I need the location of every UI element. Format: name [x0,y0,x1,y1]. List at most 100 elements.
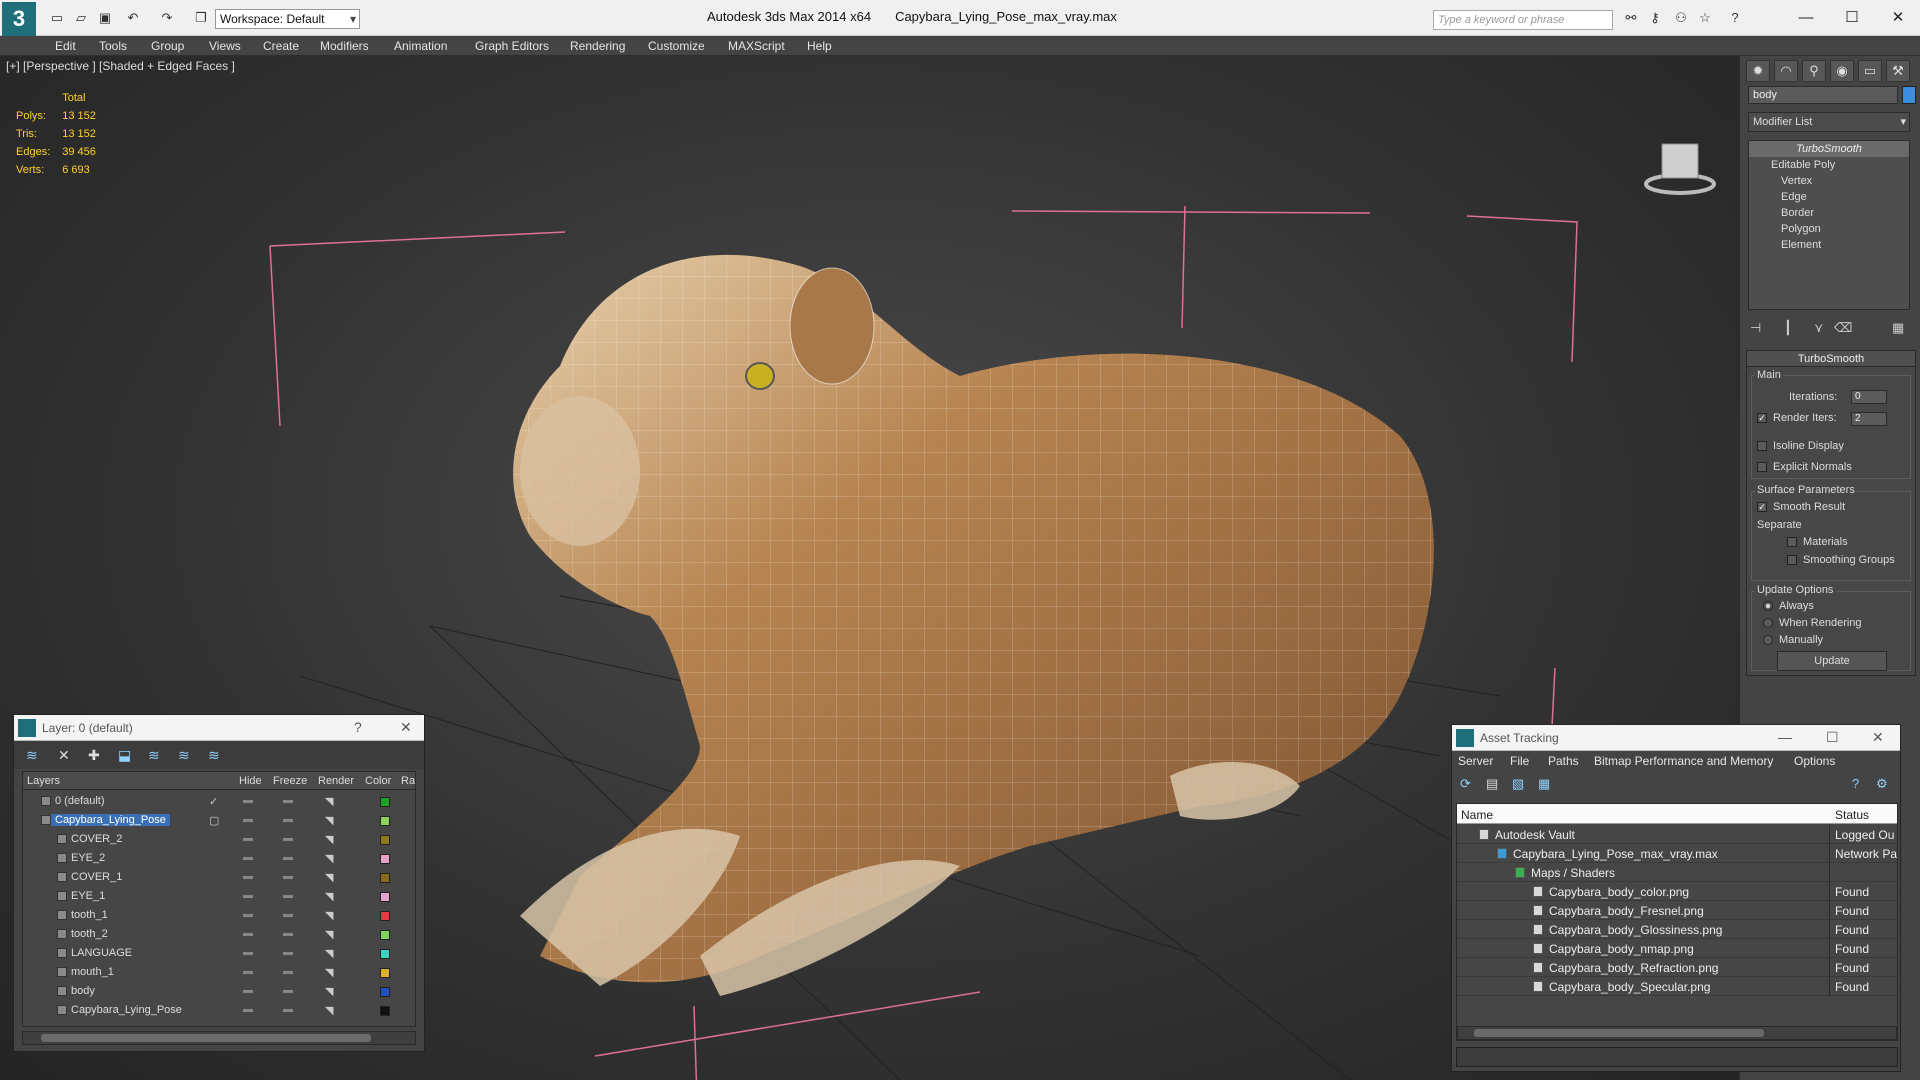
stack-item-vertex[interactable]: Vertex [1749,173,1909,189]
help-icon[interactable]: ? [1852,776,1859,791]
active-layer-check-icon[interactable]: ✓ [209,795,218,808]
asset-row[interactable]: Capybara_body_Fresnel.png Found [1457,901,1897,920]
layer-name[interactable]: tooth_2 [71,928,108,940]
render-toggle-icon[interactable]: ◥ [325,966,333,979]
layer-name[interactable]: body [71,985,95,997]
hide-toggle[interactable]: ▬ [243,966,253,977]
render-iters-spinner[interactable]: 2 [1851,412,1887,426]
layer-row[interactable]: Capybara_Lying_Pose ▢ ▬ ▬ ◥ [23,811,415,830]
object-color-swatch[interactable] [1902,86,1916,104]
hide-all-icon[interactable]: ≋ [208,747,220,764]
render-toggle-icon[interactable]: ◥ [325,833,333,846]
layer-name[interactable]: 0 (default) [55,795,105,807]
minimize-icon[interactable]: — [1778,729,1792,745]
update-when-rendering-radio[interactable] [1763,618,1773,628]
layer-row[interactable]: tooth_1 ▬ ▬ ◥ [23,906,415,925]
asset-row[interactable]: Capybara_body_Refraction.png Found [1457,958,1897,977]
asset-menu-bitmap[interactable]: Bitmap Performance and Memory [1594,754,1773,768]
layer-row[interactable]: 0 (default) ✓ ▬ ▬ ◥ [23,792,415,811]
asset-name[interactable]: Capybara_body_color.png [1549,885,1689,899]
freeze-toggle[interactable]: ▬ [283,814,293,825]
freeze-toggle[interactable]: ▬ [283,909,293,920]
layer-color-swatch[interactable] [380,892,390,902]
scrollbar-thumb[interactable] [41,1034,371,1042]
menu-tools[interactable]: Tools [99,39,127,53]
render-toggle-icon[interactable]: ◥ [325,1004,333,1017]
asset-name[interactable]: Autodesk Vault [1495,828,1575,842]
hide-toggle[interactable]: ▬ [243,909,253,920]
layer-color-swatch[interactable] [380,949,390,959]
asset-row[interactable]: Capybara_body_Specular.png Found [1457,977,1897,996]
render-toggle-icon[interactable]: ◥ [325,909,333,922]
modify-tab-icon[interactable]: ◠ [1774,60,1798,82]
layer-row[interactable]: COVER_2 ▬ ▬ ◥ [23,830,415,849]
col-radiosity[interactable]: Ra [401,775,415,787]
layer-row[interactable]: Capybara_Lying_Pose ▬ ▬ ◥ [23,1001,415,1020]
col-layers[interactable]: Layers [27,775,60,787]
context-help-icon[interactable]: ⚙ [1876,776,1888,792]
hide-toggle[interactable]: ▬ [243,852,253,863]
freeze-toggle[interactable]: ▬ [283,947,293,958]
col-name[interactable]: Name [1461,808,1493,822]
menu-graph-editors[interactable]: Graph Editors [475,39,549,53]
materials-checkbox[interactable] [1787,537,1797,547]
close-icon[interactable]: ✕ [400,719,412,736]
layer-color-swatch[interactable] [380,930,390,940]
layer-color-swatch[interactable] [380,1006,390,1016]
layer-row[interactable]: COVER_1 ▬ ▬ ◥ [23,868,415,887]
freeze-toggle[interactable]: ▬ [283,985,293,996]
asset-row[interactable]: Capybara_body_color.png Found [1457,882,1897,901]
maximize-icon[interactable]: ☐ [1832,6,1872,30]
new-file-icon[interactable]: ▭ [48,10,66,26]
create-tab-icon[interactable]: ✹ [1746,60,1770,82]
menu-create[interactable]: Create [263,39,299,53]
stack-item-element[interactable]: Element [1749,237,1909,253]
layer-row[interactable]: EYE_2 ▬ ▬ ◥ [23,849,415,868]
layer-row[interactable]: LANGUAGE ▬ ▬ ◥ [23,944,415,963]
hide-toggle[interactable]: ▬ [243,871,253,882]
asset-menu-paths[interactable]: Paths [1548,754,1579,768]
update-button[interactable]: Update [1777,651,1887,671]
rollout-title[interactable]: TurboSmooth [1747,351,1915,367]
minimize-icon[interactable]: — [1786,6,1826,30]
menu-animation[interactable]: Animation [394,39,447,53]
layer-row[interactable]: EYE_1 ▬ ▬ ◥ [23,887,415,906]
menu-edit[interactable]: Edit [55,39,76,53]
pin-stack-icon[interactable]: ⊣ [1750,320,1761,336]
asset-row[interactable]: Maps / Shaders [1457,863,1897,882]
layer-color-swatch[interactable] [380,987,390,997]
render-toggle-icon[interactable]: ◥ [325,814,333,827]
hide-toggle[interactable]: ▬ [243,928,253,939]
asset-name[interactable]: Capybara_body_nmap.png [1549,942,1694,956]
explicit-normals-checkbox[interactable] [1757,462,1767,472]
asset-menu-options[interactable]: Options [1794,754,1835,768]
freeze-toggle[interactable]: ▬ [283,966,293,977]
layer-name[interactable]: tooth_1 [71,909,108,921]
hide-toggle[interactable]: ▬ [243,833,253,844]
open-file-icon[interactable]: ▱ [72,10,90,26]
undo-icon[interactable]: ↶ [124,10,142,26]
close-icon[interactable]: ✕ [1872,729,1884,746]
layer-horizontal-scrollbar[interactable] [22,1031,416,1045]
asset-name[interactable]: Capybara_body_Specular.png [1549,980,1710,994]
col-freeze[interactable]: Freeze [273,775,307,787]
freeze-toggle[interactable]: ▬ [283,1004,293,1015]
hide-toggle[interactable]: ▬ [243,985,253,996]
app-logo-icon[interactable]: 3 [2,2,36,36]
close-icon[interactable]: ✕ [1878,6,1918,30]
add-selected-icon[interactable]: ⬓ [118,747,131,764]
motion-tab-icon[interactable]: ◉ [1830,60,1854,82]
asset-name[interactable]: Capybara_body_Fresnel.png [1549,904,1704,918]
render-toggle-icon[interactable]: ◥ [325,852,333,865]
render-toggle-icon[interactable]: ◥ [325,890,333,903]
layer-row[interactable]: body ▬ ▬ ◥ [23,982,415,1001]
render-toggle-icon[interactable]: ◥ [325,795,333,808]
help-icon[interactable]: ? [354,719,362,735]
asset-menu-file[interactable]: File [1510,754,1529,768]
menu-help[interactable]: Help [807,39,832,53]
table-view-icon[interactable]: ▦ [1538,776,1550,792]
save-icon[interactable]: ▣ [96,10,114,26]
smoothing-groups-checkbox[interactable] [1787,555,1797,565]
hide-toggle[interactable]: ▬ [243,1004,253,1015]
menu-maxscript[interactable]: MAXScript [728,39,785,53]
